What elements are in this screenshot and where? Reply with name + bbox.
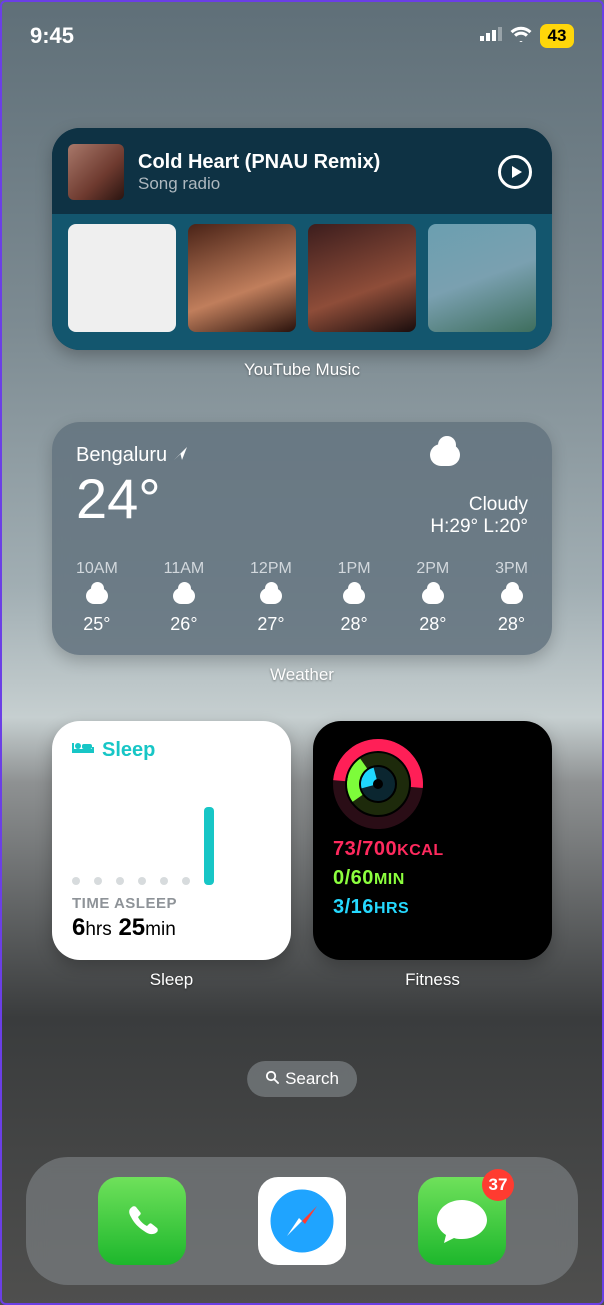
hour-temp: 26° [170, 614, 197, 635]
forecast-hour: 12PM 27° [250, 560, 292, 635]
widget-label-ytmusic: YouTube Music [52, 360, 552, 380]
forecast-hour: 2PM 28° [416, 560, 449, 635]
suggestion-row [52, 214, 552, 350]
hour-temp: 25° [83, 614, 110, 635]
hour-label: 2PM [416, 560, 449, 578]
cloud-icon [430, 444, 528, 466]
safari-app-icon[interactable] [258, 1177, 346, 1265]
cloud-icon [501, 588, 523, 604]
track-subtitle: Song radio [138, 174, 484, 194]
messages-badge: 37 [482, 1169, 514, 1201]
hour-label: 10AM [76, 560, 118, 578]
hour-label: 1PM [338, 560, 371, 578]
cloud-icon [422, 588, 444, 604]
forecast-hour: 11AM 26° [164, 560, 205, 635]
hour-label: 11AM [164, 560, 205, 578]
activity-rings-icon [333, 739, 423, 829]
search-icon [265, 1069, 279, 1089]
sleep-header-label: Sleep [102, 739, 155, 762]
widget-label-weather: Weather [52, 665, 552, 685]
status-bar: 9:45 43 [2, 2, 602, 56]
hourly-forecast: 10AM 25° 11AM 26° 12PM 27° 1PM 28° 2PM [76, 560, 528, 635]
spotlight-search-button[interactable]: Search [247, 1061, 357, 1097]
messages-app-icon[interactable]: 37 [418, 1177, 506, 1265]
track-title: Cold Heart (PNAU Remix) [138, 151, 484, 174]
widget-label-fitness: Fitness [313, 970, 552, 990]
fitness-widget[interactable]: 73/700KCAL 0/60MIN 3/16HRS [313, 721, 552, 960]
hour-temp: 27° [257, 614, 284, 635]
sleep-graph [72, 762, 271, 895]
time-asleep-value: 6hrs 25min [72, 914, 271, 942]
status-time: 9:45 [30, 23, 74, 49]
weather-location: Bengaluru [76, 444, 188, 467]
cellular-icon [480, 27, 502, 46]
cloud-icon [173, 588, 195, 604]
dock: 37 [26, 1157, 578, 1285]
weather-widget[interactable]: Bengaluru 24° Cloudy H:29° L:20° 10AM 25… [52, 422, 552, 655]
phone-app-icon[interactable] [98, 1177, 186, 1265]
widget-label-sleep: Sleep [52, 970, 291, 990]
suggestion-thumb[interactable] [188, 224, 296, 332]
cloud-icon [260, 588, 282, 604]
suggestion-thumb[interactable] [68, 224, 176, 332]
weather-range: H:29° L:20° [430, 516, 528, 538]
hour-label: 12PM [250, 560, 292, 578]
battery-indicator: 43 [540, 24, 574, 48]
exercise-ring-value: 0/60MIN [333, 864, 532, 893]
hour-temp: 28° [419, 614, 446, 635]
forecast-hour: 1PM 28° [338, 560, 371, 635]
cloud-icon [86, 588, 108, 604]
search-label: Search [285, 1069, 339, 1089]
stand-ring-value: 3/16HRS [333, 893, 532, 922]
sleep-widget[interactable]: Sleep TIME ASLEEP 6hrs 25min [52, 721, 291, 960]
time-asleep-label: TIME ASLEEP [72, 895, 271, 912]
forecast-hour: 3PM 28° [495, 560, 528, 635]
location-arrow-icon [173, 444, 188, 467]
weather-temperature: 24° [76, 471, 188, 527]
hour-label: 3PM [495, 560, 528, 578]
move-ring-value: 73/700KCAL [333, 835, 532, 864]
status-right: 43 [480, 24, 574, 48]
suggestion-thumb[interactable] [428, 224, 536, 332]
now-playing-header[interactable]: Cold Heart (PNAU Remix) Song radio [52, 128, 552, 214]
hour-temp: 28° [498, 614, 525, 635]
play-button[interactable] [498, 155, 532, 189]
suggestion-thumb[interactable] [308, 224, 416, 332]
hour-temp: 28° [340, 614, 367, 635]
wifi-icon [510, 26, 532, 47]
album-art [68, 144, 124, 200]
forecast-hour: 10AM 25° [76, 560, 118, 635]
weather-condition: Cloudy [430, 494, 528, 516]
widgets-area: Cold Heart (PNAU Remix) Song radio YouTu… [52, 128, 552, 990]
cloud-icon [343, 588, 365, 604]
bed-icon [72, 739, 94, 762]
youtube-music-widget[interactable]: Cold Heart (PNAU Remix) Song radio [52, 128, 552, 350]
